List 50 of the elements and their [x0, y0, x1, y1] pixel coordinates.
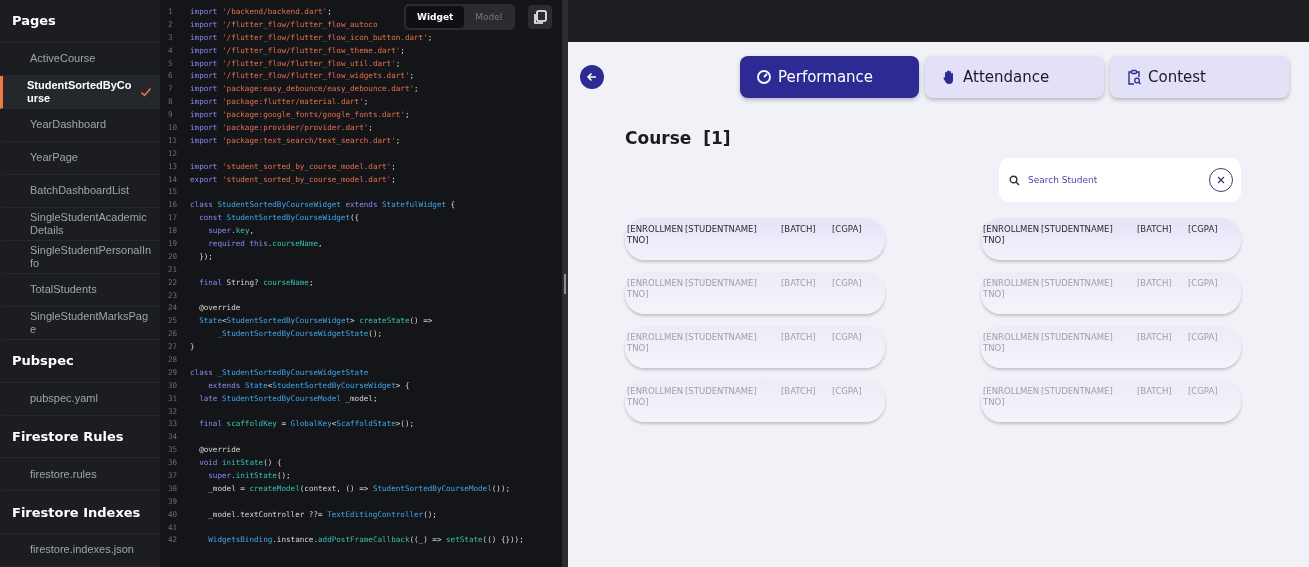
batch-text: [BATCH] [1137, 224, 1173, 234]
cgpa-text: [CGPA] [832, 386, 863, 396]
batch-text: [BATCH] [1137, 386, 1173, 396]
course-heading: Course [1] [625, 128, 732, 148]
view-toggle-option[interactable]: Widget [406, 6, 465, 28]
enrollment-text: [ENROLLMENTNO] [627, 386, 685, 408]
student-row[interactable]: [ENROLLMENTNO] [STUDENTNAME] [BATCH] [CGPA] [981, 218, 1241, 260]
copy-button[interactable] [528, 5, 552, 29]
cgpa-text: [CGPA] [1188, 332, 1219, 342]
clipboard-search-icon [1126, 69, 1142, 85]
batch-text: [BATCH] [781, 386, 817, 396]
student-name-text: [STUDENTNAME] [1041, 386, 1114, 396]
student-name-text: [STUDENTNAME] [685, 224, 758, 234]
student-name-text: [STUDENTNAME] [685, 278, 758, 288]
batch-text: [BATCH] [781, 332, 817, 342]
enrollment-text: [ENROLLMENTNO] [983, 332, 1041, 354]
tab[interactable]: Performance [740, 56, 919, 98]
cgpa-text: [CGPA] [832, 224, 863, 234]
batch-text: [BATCH] [1137, 332, 1173, 342]
student-row[interactable]: [ENROLLMENTNO] [STUDENTNAME] [BATCH] [CGPA] [625, 218, 885, 260]
batch-text: [BATCH] [781, 224, 817, 234]
cgpa-text: [CGPA] [1188, 224, 1219, 234]
enrollment-text: [ENROLLMENTNO] [627, 332, 685, 354]
student-name-text: [STUDENTNAME] [1041, 224, 1114, 234]
cgpa-text: [CGPA] [1188, 386, 1219, 396]
cgpa-text: [CGPA] [1188, 278, 1219, 288]
tab[interactable]: Attendance [925, 56, 1104, 98]
cgpa-text: [CGPA] [832, 332, 863, 342]
student-name-text: [STUDENTNAME] [1041, 278, 1114, 288]
enrollment-text: [ENROLLMENTNO] [983, 386, 1041, 408]
enrollment-text: [ENROLLMENTNO] [627, 278, 685, 300]
cgpa-text: [CGPA] [832, 278, 863, 288]
back-button[interactable] [580, 65, 604, 89]
enrollment-text: [ENROLLMENTNO] [983, 224, 1041, 246]
check-icon [140, 85, 152, 98]
copy-icon [533, 10, 547, 24]
search-field[interactable]: Search Student [1026, 174, 1203, 186]
batch-text: [BATCH] [1137, 278, 1173, 288]
tab[interactable]: Contest [1110, 56, 1289, 98]
enrollment-text: [ENROLLMENTNO] [983, 278, 1041, 300]
gauge-icon [756, 69, 772, 85]
student-name-text: [STUDENTNAME] [1041, 332, 1114, 342]
back-arrow-icon [586, 71, 598, 83]
student-name-text: [STUDENTNAME] [685, 386, 758, 396]
close-icon [1216, 175, 1226, 185]
student-name-text: [STUDENTNAME] [685, 332, 758, 342]
enrollment-text: [ENROLLMENTNO] [627, 224, 685, 246]
page-item[interactable]: StudentSortedByCourse [0, 75, 160, 109]
search-icon [1009, 174, 1020, 186]
batch-text: [BATCH] [781, 278, 817, 288]
